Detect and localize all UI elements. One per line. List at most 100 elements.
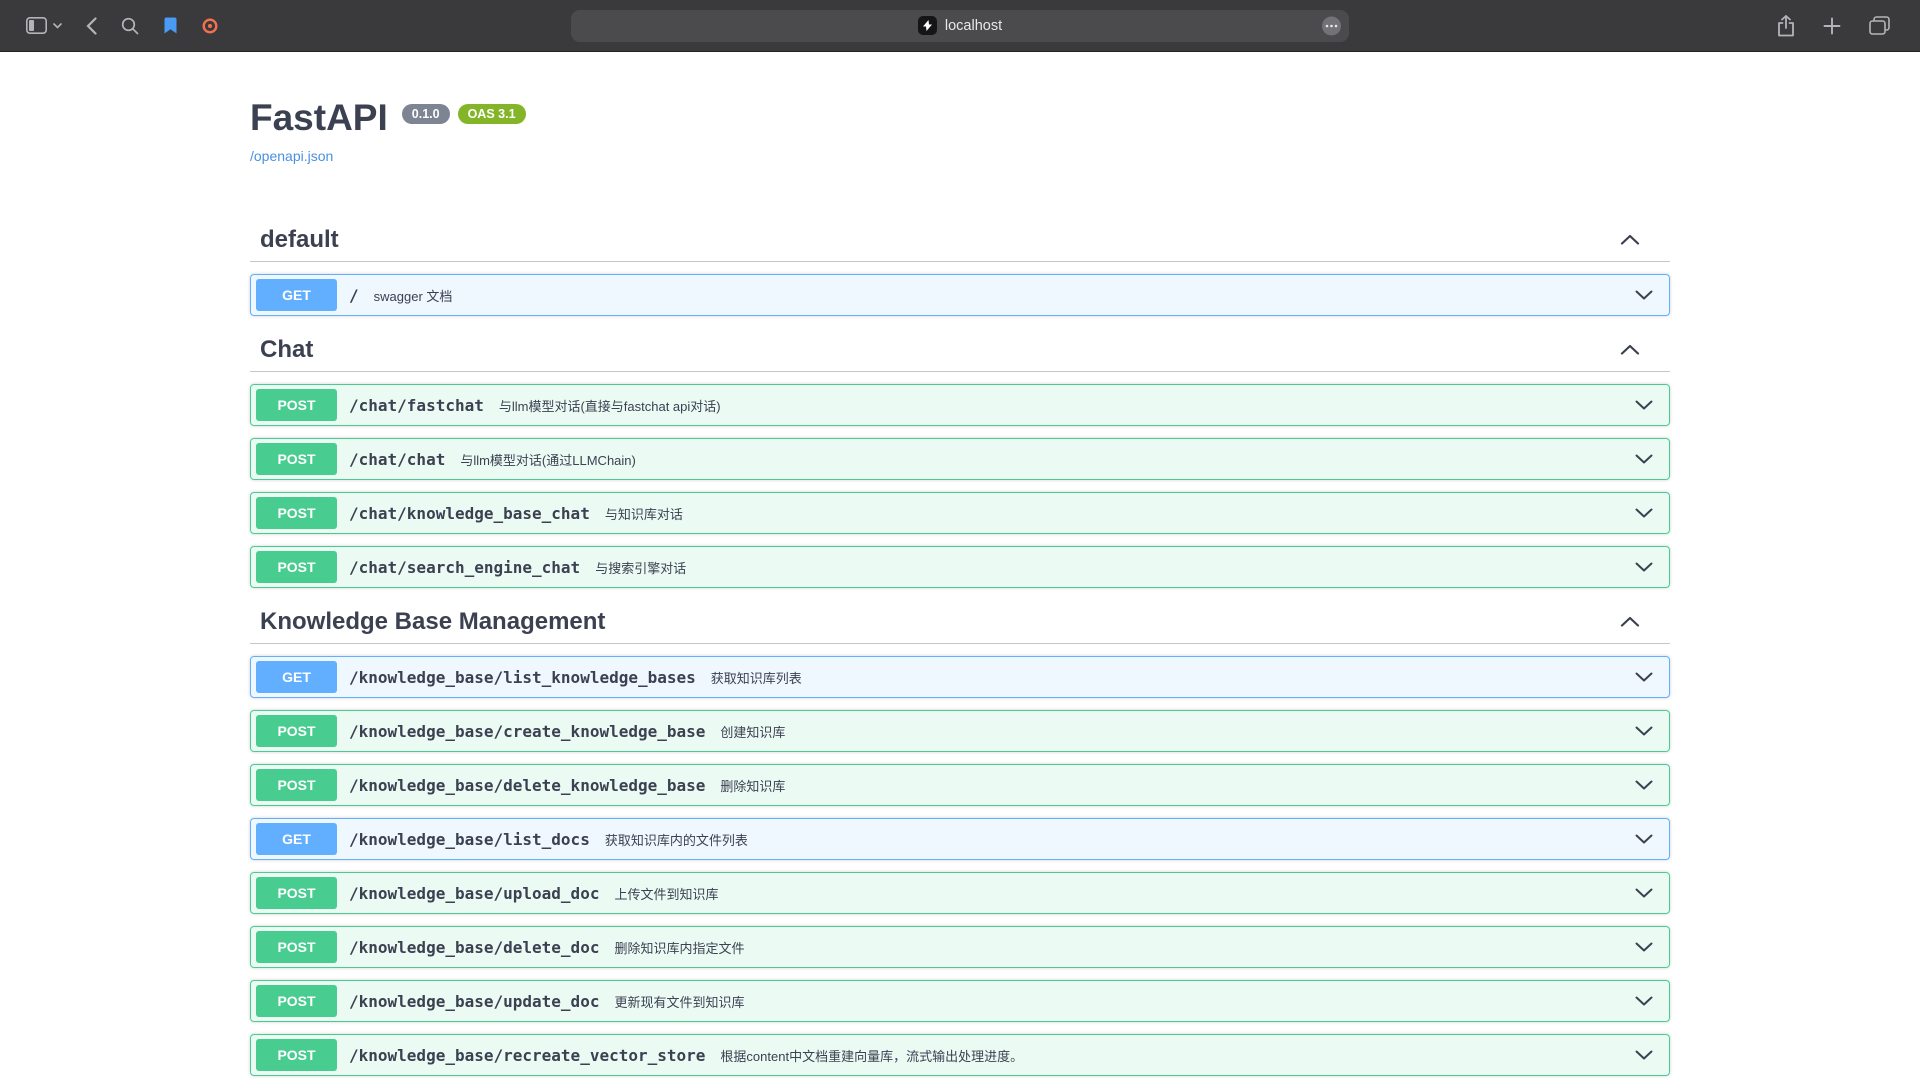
method-badge: GET [256,661,337,693]
endpoint-row[interactable]: POST /knowledge_base/update_doc 更新现有文件到知… [250,980,1670,1022]
endpoint-row[interactable]: GET / swagger 文档 [250,274,1670,316]
tabs-icon [1869,16,1890,35]
collapse-section-button[interactable] [1620,234,1640,245]
endpoint-description: 删除知识库内指定文件 [614,938,744,957]
section-header[interactable]: Knowledge Base Management [250,600,1670,644]
swagger-page: FastAPI 0.1.0 OAS 3.1 /openapi.json defa… [0,52,1920,1080]
chevron-up-icon [1620,344,1640,355]
expand-endpoint-button[interactable] [1635,508,1653,518]
share-icon [1777,15,1795,37]
expand-endpoint-button[interactable] [1635,562,1653,572]
chevron-down-icon [1635,400,1653,410]
expand-endpoint-button[interactable] [1635,942,1653,952]
endpoint-path: /chat/chat [349,450,445,469]
method-badge: POST [256,769,337,801]
endpoint-row[interactable]: POST /knowledge_base/upload_doc 上传文件到知识库 [250,872,1670,914]
chevron-down-icon [1635,508,1653,518]
section-title: Chat [260,336,313,364]
version-badge: 0.1.0 [402,104,450,124]
collapse-section-button[interactable] [1620,616,1640,627]
method-badge: POST [256,715,337,747]
endpoint-path: /knowledge_base/recreate_vector_store [349,1046,705,1065]
content-wrapper: FastAPI 0.1.0 OAS 3.1 /openapi.json defa… [250,52,1670,1076]
section-title: Knowledge Base Management [260,608,605,636]
endpoint-path: /chat/knowledge_base_chat [349,504,590,523]
method-badge: POST [256,985,337,1017]
target-extension-icon [202,18,218,34]
endpoint-path: /chat/fastchat [349,396,484,415]
section-header[interactable]: Chat [250,328,1670,372]
chevron-down-icon [1635,888,1653,898]
expand-endpoint-button[interactable] [1635,780,1653,790]
section-header[interactable]: default [250,218,1670,262]
browser-toolbar: localhost [0,0,1920,52]
method-badge: POST [256,877,337,909]
chevron-down-icon [1635,672,1653,682]
collapse-section-button[interactable] [1620,344,1640,355]
expand-endpoint-button[interactable] [1635,834,1653,844]
endpoint-row[interactable]: POST /knowledge_base/create_knowledge_ba… [250,710,1670,752]
chevron-down-icon [1635,942,1653,952]
endpoint-description: 与llm模型对话(通过LLMChain) [460,450,636,469]
url-text: localhost [945,18,1002,34]
endpoint-row[interactable]: POST /chat/chat 与llm模型对话(通过LLMChain) [250,438,1670,480]
expand-endpoint-button[interactable] [1635,672,1653,682]
endpoint-description: 创建知识库 [720,722,785,741]
api-sections: default GET / swagger 文档 Chat POST /chat… [250,218,1670,1076]
endpoint-path: /chat/search_engine_chat [349,558,580,577]
expand-endpoint-button[interactable] [1635,454,1653,464]
page-title: FastAPI [250,96,388,140]
endpoint-path: /knowledge_base/upload_doc [349,884,599,903]
method-badge: POST [256,931,337,963]
expand-endpoint-button[interactable] [1635,888,1653,898]
endpoint-row[interactable]: POST /knowledge_base/delete_doc 删除知识库内指定… [250,926,1670,968]
expand-endpoint-button[interactable] [1635,290,1653,300]
new-tab-button[interactable] [1823,17,1841,35]
search-icon [121,17,139,35]
endpoint-row[interactable]: POST /chat/knowledge_base_chat 与知识库对话 [250,492,1670,534]
api-section: Chat POST /chat/fastchat 与llm模型对话(直接与fas… [250,328,1670,588]
share-button[interactable] [1777,15,1795,37]
expand-endpoint-button[interactable] [1635,726,1653,736]
endpoint-row[interactable]: GET /knowledge_base/list_knowledge_bases… [250,656,1670,698]
api-section: default GET / swagger 文档 [250,218,1670,316]
endpoint-description: swagger 文档 [374,286,453,305]
endpoint-row[interactable]: POST /chat/fastchat 与llm模型对话(直接与fastchat… [250,384,1670,426]
address-bar[interactable]: localhost [571,10,1349,42]
endpoint-path: /knowledge_base/create_knowledge_base [349,722,705,741]
ellipsis-icon [1321,15,1342,36]
expand-endpoint-button[interactable] [1635,996,1653,1006]
endpoint-row[interactable]: POST /chat/search_engine_chat 与搜索引擎对话 [250,546,1670,588]
extension-record-button[interactable] [202,18,218,34]
endpoint-row[interactable]: POST /knowledge_base/recreate_vector_sto… [250,1034,1670,1076]
chevron-down-icon [1635,780,1653,790]
endpoint-list: POST /chat/fastchat 与llm模型对话(直接与fastchat… [250,384,1670,588]
endpoint-row[interactable]: GET /knowledge_base/list_docs 获取知识库内的文件列… [250,818,1670,860]
endpoint-path: / [349,286,359,305]
endpoint-description: 获取知识库内的文件列表 [605,830,748,849]
method-badge: POST [256,497,337,529]
api-title-row: FastAPI 0.1.0 OAS 3.1 [250,96,1670,140]
method-badge: POST [256,551,337,583]
extension-bookmark-button[interactable] [163,17,178,34]
search-button[interactable] [121,17,139,35]
chevron-down-icon [53,23,62,29]
endpoint-list: GET /knowledge_base/list_knowledge_bases… [250,656,1670,1076]
chevron-down-icon [1635,1050,1653,1060]
bookmark-extension-icon [163,17,178,34]
method-badge: GET [256,823,337,855]
sidebar-menu-button[interactable] [53,23,62,29]
chevron-down-icon [1635,834,1653,844]
api-section: Knowledge Base Management GET /knowledge… [250,600,1670,1076]
sidebar-toggle-button[interactable] [26,17,47,34]
endpoint-row[interactable]: POST /knowledge_base/delete_knowledge_ba… [250,764,1670,806]
back-icon [86,17,97,35]
expand-endpoint-button[interactable] [1635,1050,1653,1060]
method-badge: POST [256,389,337,421]
page-options-button[interactable] [1321,15,1342,36]
method-badge: POST [256,1039,337,1071]
openapi-spec-link[interactable]: /openapi.json [250,148,333,164]
expand-endpoint-button[interactable] [1635,400,1653,410]
tab-overview-button[interactable] [1869,16,1890,35]
back-button[interactable] [86,17,97,35]
